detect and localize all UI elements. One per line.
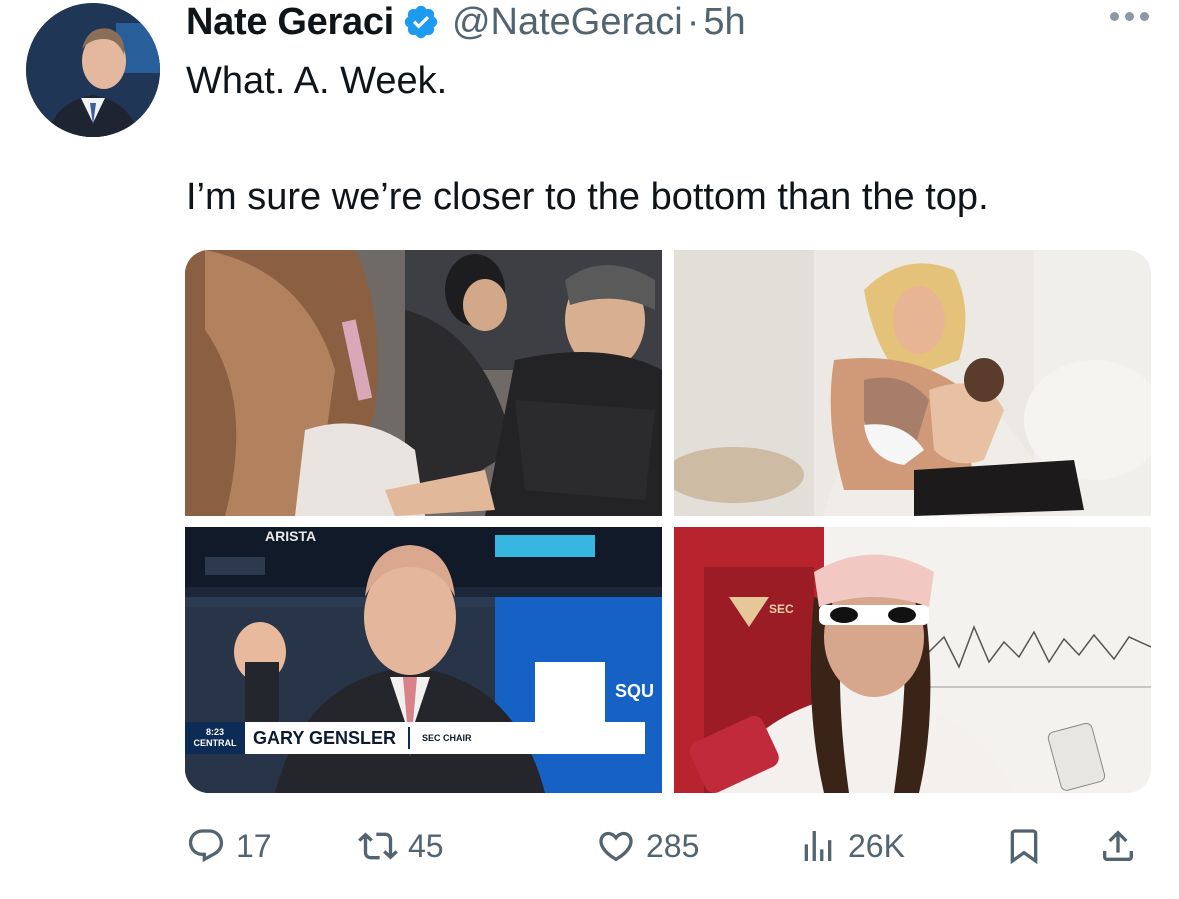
- like-icon: [599, 831, 633, 862]
- repost-count: 45: [408, 827, 444, 864]
- tweet-actions: 17 45 285 26K: [186, 822, 1151, 870]
- like-button[interactable]: 285: [596, 822, 699, 870]
- svg-text:ARISTA: ARISTA: [265, 528, 316, 544]
- chyron-divider: [408, 727, 411, 749]
- author-avatar[interactable]: [26, 3, 160, 137]
- author-name[interactable]: Nate Geraci: [186, 1, 394, 44]
- share-icon: [1103, 830, 1133, 861]
- chyron-name: GARY GENSLER: [253, 727, 397, 748]
- tweet-text-line-1: What. A. Week.: [186, 60, 448, 102]
- reply-button[interactable]: 17: [186, 822, 272, 870]
- share-button[interactable]: [1098, 822, 1138, 870]
- reply-icon: [188, 829, 224, 863]
- chyron-time: 8:23 CENTRAL: [185, 722, 245, 754]
- chyron-title: SEC CHAIR: [422, 733, 472, 743]
- verified-badge-icon: [404, 5, 438, 39]
- media-photo-3[interactable]: ARISTA SQU 8:23 CENTRAL GARY GENSLER SEC…: [185, 527, 662, 793]
- author-handle[interactable]: @NateGeraci: [452, 1, 683, 44]
- tweet-text-line-2: I’m sure we’re closer to the bottom than…: [186, 176, 989, 218]
- media-photo-1[interactable]: [185, 250, 662, 516]
- separator-dot: ·: [686, 0, 700, 43]
- like-count: 285: [646, 827, 700, 864]
- views-button[interactable]: 26K: [798, 822, 905, 870]
- repost-icon: [358, 832, 398, 860]
- media-grid: ARISTA SQU 8:23 CENTRAL GARY GENSLER SEC…: [185, 250, 1151, 793]
- svg-text:SEC: SEC: [769, 602, 794, 616]
- views-count: 26K: [848, 827, 905, 864]
- tweet-header: Nate Geraci @NateGeraci · 5h: [186, 0, 746, 44]
- svg-text:SQU: SQU: [615, 681, 654, 701]
- more-options-icon[interactable]: [1110, 12, 1149, 21]
- repost-button[interactable]: 45: [358, 822, 444, 870]
- bookmark-button[interactable]: [1004, 822, 1044, 870]
- views-icon: [804, 831, 832, 861]
- bookmark-icon: [1010, 829, 1038, 865]
- tweet-time[interactable]: 5h: [703, 1, 745, 44]
- media-photo-4[interactable]: SEC: [674, 527, 1151, 793]
- media-photo-2[interactable]: [674, 250, 1151, 516]
- reply-count: 17: [236, 827, 272, 864]
- news-chyron: 8:23 CENTRAL GARY GENSLER SEC CHAIR: [185, 722, 645, 754]
